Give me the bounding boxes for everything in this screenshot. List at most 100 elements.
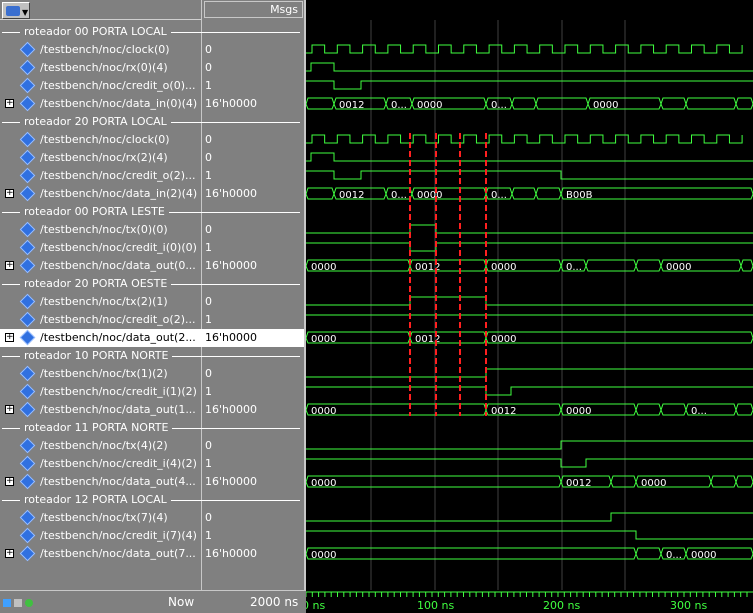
divider-label: roteador 20 PORTA LOCAL — [24, 115, 167, 128]
bus-value-label: 0000 — [491, 334, 516, 345]
signal-waveform — [306, 296, 753, 306]
signal-icon — [19, 77, 36, 94]
signal-waveform — [306, 80, 753, 90]
divider-line — [171, 32, 300, 33]
expand-icon[interactable]: + — [5, 549, 14, 558]
signal-row[interactable]: /testbench/noc/tx(1)(2) 0 — [0, 365, 304, 383]
signal-icon — [19, 365, 36, 382]
signal-value: 0 — [205, 439, 212, 452]
bus-value-label: 0... — [391, 100, 407, 111]
signal-icon — [19, 221, 36, 238]
time-axis-label: 300 ns — [670, 599, 707, 612]
bus-segment — [660, 403, 687, 416]
bus-value-label: B00B — [566, 190, 593, 201]
wave-tool-dropdown-button[interactable]: ▼ — [2, 2, 30, 19]
signal-row[interactable]: /testbench/noc/rx(2)(4) 0 — [0, 149, 304, 167]
signal-row[interactable]: /testbench/noc/credit_o(0)... 1 — [0, 77, 304, 95]
clock-signal-icon — [19, 41, 36, 58]
signal-value: 1 — [205, 457, 212, 470]
divider-line — [2, 284, 20, 285]
bus-signal-row[interactable]: + /testbench/noc/data_in(0)(4) 16'h0000 — [0, 95, 304, 113]
signal-value: 0 — [205, 133, 212, 146]
signal-divider: roteador 20 PORTA LOCAL — [0, 113, 304, 131]
signal-row[interactable]: /testbench/noc/credit_i(4)(2) 1 — [0, 455, 304, 473]
signal-name: /testbench/noc/tx(0)(0) — [40, 223, 168, 236]
bus-segment — [610, 475, 637, 488]
signal-waveform — [306, 224, 753, 234]
signal-row[interactable]: /testbench/noc/credit_i(0)(0) 1 — [0, 239, 304, 257]
signal-row[interactable]: /testbench/noc/credit_o(2)... 1 — [0, 311, 304, 329]
bus-signal-row[interactable]: + /testbench/noc/data_out(7... 16'h0000 — [0, 545, 304, 563]
bus-value-label: 0000 — [311, 262, 336, 273]
signal-row[interactable]: /testbench/noc/credit_o(2)... 1 — [0, 167, 304, 185]
bus-segment — [535, 187, 562, 200]
divider-label: roteador 00 PORTA LOCAL — [24, 25, 167, 38]
bus-value-label: 0000 — [593, 100, 618, 111]
divider-line — [2, 212, 20, 213]
signal-name: /testbench/noc/credit_o(0)... — [40, 79, 196, 92]
signal-value: 0 — [205, 295, 212, 308]
signal-name: /testbench/noc/tx(2)(1) — [40, 295, 168, 308]
signal-name: /testbench/noc/credit_i(7)(4) — [40, 529, 197, 542]
bus-value-label: 0012 — [339, 100, 364, 111]
bus-segment — [735, 97, 753, 110]
signal-name: /testbench/noc/credit_i(0)(0) — [40, 241, 197, 254]
time-axis-label: 100 ns — [417, 599, 454, 612]
signal-value: 1 — [205, 79, 212, 92]
bus-value-label: 0000 — [491, 262, 516, 273]
expand-icon[interactable]: + — [5, 99, 14, 108]
signal-row[interactable]: /testbench/noc/credit_i(1)(2) 1 — [0, 383, 304, 401]
bus-signal-row[interactable]: + /testbench/noc/data_out(0... 16'h0000 — [0, 257, 304, 275]
add-icon[interactable] — [25, 599, 33, 607]
signal-value: 16'h0000 — [205, 475, 257, 488]
signal-value: 0 — [205, 43, 212, 56]
chevron-down-icon: ▼ — [22, 8, 29, 17]
signal-row[interactable]: /testbench/noc/clock(0) 0 — [0, 41, 304, 59]
bus-segment — [511, 187, 537, 200]
bus-segment — [306, 547, 637, 560]
signal-row[interactable]: /testbench/noc/credit_i(7)(4) 1 — [0, 527, 304, 545]
bus-segment — [485, 331, 753, 344]
time-axis-label: 0 ns — [306, 599, 325, 612]
expand-icon[interactable]: + — [5, 405, 14, 414]
expand-icon[interactable]: + — [5, 333, 14, 342]
bus-signal-row[interactable]: + /testbench/noc/data_out(4... 16'h0000 — [0, 473, 304, 491]
bus-segment — [740, 259, 753, 272]
expand-icon[interactable]: + — [5, 189, 14, 198]
signal-row[interactable]: /testbench/noc/rx(0)(4) 0 — [0, 59, 304, 77]
bus-signal-row[interactable]: + /testbench/noc/data_out(1... 16'h0000 — [0, 401, 304, 419]
display-icon[interactable] — [14, 599, 22, 607]
signal-icon — [19, 59, 36, 76]
clock-signal-icon — [19, 131, 36, 148]
bus-segment — [306, 187, 335, 200]
divider-line — [2, 500, 20, 501]
time-axis-label: 200 ns — [543, 599, 580, 612]
signal-row[interactable]: /testbench/noc/tx(2)(1) 0 — [0, 293, 304, 311]
bus-segment — [735, 475, 753, 488]
waveform-panel[interactable]: 0012 0... 0000 0... 0000 0012 0... 0000 0... B00B… — [306, 0, 753, 590]
expand-icon[interactable]: + — [5, 477, 14, 486]
signal-waveform — [306, 530, 753, 540]
signal-name: /testbench/noc/credit_i(1)(2) — [40, 385, 197, 398]
signal-icon — [19, 401, 36, 418]
time-axis[interactable]: 0 ns 100 ns 200 ns 300 ns — [302, 590, 753, 613]
signal-name: /testbench/noc/data_out(0... — [40, 259, 196, 272]
bus-segment — [710, 475, 737, 488]
divider-label: roteador 00 PORTA LESTE — [24, 205, 165, 218]
bus-segment — [635, 547, 662, 560]
signal-value: 16'h0000 — [205, 97, 257, 110]
signal-row[interactable]: /testbench/noc/tx(0)(0) 0 — [0, 221, 304, 239]
bus-signal-row[interactable]: + /testbench/noc/data_in(2)(4) 16'h0000 — [0, 185, 304, 203]
signal-icon — [19, 239, 36, 256]
wave-icon[interactable] — [3, 599, 11, 607]
signal-icon — [19, 149, 36, 166]
bus-signal-row[interactable]: + /testbench/noc/data_out(2... 16'h0000 — [0, 329, 304, 347]
signal-value: 0 — [205, 367, 212, 380]
signal-name: /testbench/noc/clock(0) — [40, 43, 170, 56]
expand-icon[interactable]: + — [5, 261, 14, 270]
signal-row[interactable]: /testbench/noc/tx(4)(2) 0 — [0, 437, 304, 455]
signal-row[interactable]: /testbench/noc/tx(7)(4) 0 — [0, 509, 304, 527]
divider-line — [171, 500, 300, 501]
signal-row[interactable]: /testbench/noc/clock(0) 0 — [0, 131, 304, 149]
bus-value-label: 0012 — [491, 406, 516, 417]
